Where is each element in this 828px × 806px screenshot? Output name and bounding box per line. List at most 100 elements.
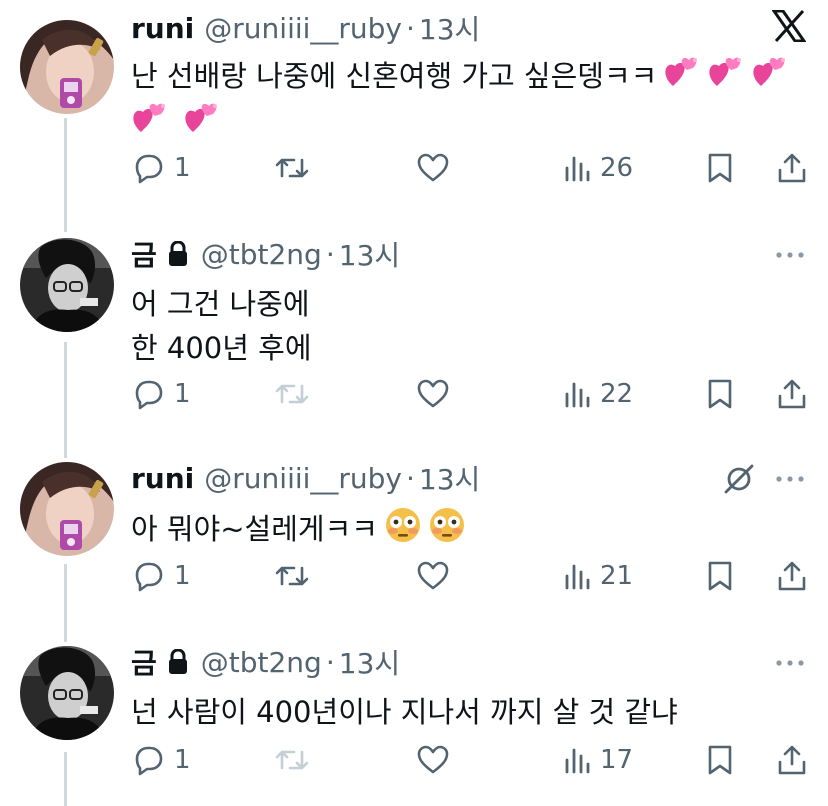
- display-name[interactable]: 금: [131, 642, 157, 682]
- view-count: 21: [600, 561, 634, 591]
- tweet-text-line: 어 그건 나중에: [131, 287, 310, 321]
- action-bar: 1 26: [0, 148, 828, 188]
- share-icon: [778, 745, 806, 775]
- tweet-text: 넌 사람이 400년이나 지나서 까지 살 것 같냐: [131, 690, 811, 734]
- bookmark-icon: [708, 561, 732, 591]
- separator-dot: ·: [325, 645, 335, 679]
- tweet-header: runi @runiiii__ruby · 13시: [131, 458, 480, 498]
- reply-count: 1: [174, 745, 191, 775]
- more-icon[interactable]: [774, 240, 806, 270]
- share-button[interactable]: [776, 374, 808, 414]
- avatar[interactable]: [20, 238, 114, 332]
- timestamp[interactable]: 13시: [339, 642, 400, 682]
- tweet-header: runi @runiiii__ruby · 13시: [131, 8, 480, 48]
- bookmark-button[interactable]: [706, 740, 734, 780]
- view-count: 22: [600, 379, 634, 409]
- heart-icon: [417, 379, 449, 408]
- share-icon: [778, 379, 806, 409]
- share-button[interactable]: [776, 740, 808, 780]
- timestamp[interactable]: 13시: [339, 234, 400, 274]
- separator-dot: ·: [325, 237, 335, 271]
- like-button[interactable]: [416, 374, 450, 414]
- views-icon: [565, 156, 590, 182]
- user-handle[interactable]: @runiiii__ruby: [204, 12, 402, 45]
- views-button[interactable]: 21: [564, 556, 633, 596]
- tweet[interactable]: 금 @tbt2ng · 13시 넌 사람이 400년이나 지나서 까지 살 것 …: [0, 642, 828, 806]
- avatar[interactable]: [20, 462, 114, 556]
- heart-icon: [417, 745, 449, 774]
- like-button[interactable]: [416, 148, 450, 188]
- tweet-text-line: 아 뭐야~설레게ㅋㅋ: [131, 506, 811, 556]
- views-button[interactable]: 22: [564, 374, 633, 414]
- avatar[interactable]: [20, 646, 114, 740]
- like-button[interactable]: [416, 556, 450, 596]
- tweet-text: 난 선배랑 나중에 신혼여행 가고 싶은뎅ㅋㅋ: [131, 54, 811, 146]
- user-handle[interactable]: @tbt2ng: [201, 238, 322, 271]
- views-button[interactable]: 26: [564, 148, 633, 188]
- views-icon: [565, 382, 590, 408]
- retweet-icon: [275, 158, 309, 178]
- tweet-header: 금 @tbt2ng · 13시: [131, 234, 400, 274]
- bookmark-button[interactable]: [706, 374, 734, 414]
- display-name[interactable]: runi: [131, 462, 194, 495]
- tweet[interactable]: runi @runiiii__ruby · 13시 아 뭐야~설레게ㅋㅋ: [0, 458, 828, 638]
- flushed-face-emoji: [428, 506, 466, 556]
- reply-count: 1: [174, 153, 191, 183]
- grok-icon[interactable]: [722, 462, 756, 496]
- display-name[interactable]: runi: [131, 12, 194, 45]
- views-button[interactable]: 17: [564, 740, 633, 780]
- separator-dot: ·: [406, 461, 415, 495]
- lock-icon: [167, 649, 189, 675]
- share-button[interactable]: [776, 556, 808, 596]
- views-icon: [565, 564, 590, 590]
- heart-icon: [417, 561, 449, 590]
- retweet-button[interactable]: [274, 556, 310, 596]
- more-icon[interactable]: [774, 464, 806, 494]
- flushed-face-emoji: [384, 506, 422, 556]
- user-handle[interactable]: @runiiii__ruby: [204, 462, 402, 495]
- reply-button[interactable]: 1: [132, 556, 191, 596]
- like-button[interactable]: [416, 740, 450, 780]
- retweet-button[interactable]: [274, 148, 310, 188]
- bookmark-button[interactable]: [706, 556, 734, 596]
- retweet-icon: [275, 384, 309, 404]
- tweet-text-line: [131, 100, 811, 146]
- user-handle[interactable]: @tbt2ng: [201, 646, 322, 679]
- two-hearts-emoji: [183, 102, 221, 146]
- reply-button[interactable]: 1: [132, 374, 191, 414]
- tweet-text-line: 한 400년 후에: [131, 331, 312, 365]
- bookmark-icon: [708, 153, 732, 183]
- share-button[interactable]: [776, 148, 808, 188]
- lock-icon: [167, 241, 189, 267]
- two-hearts-emoji: [751, 56, 789, 100]
- retweet-button: [274, 374, 310, 414]
- reply-count: 1: [174, 379, 191, 409]
- action-bar: 1 22: [0, 374, 828, 414]
- two-hearts-emoji: [663, 56, 701, 100]
- two-hearts-emoji: [707, 56, 745, 100]
- timestamp[interactable]: 13시: [419, 8, 480, 48]
- bookmark-icon: [708, 745, 732, 775]
- action-bar: 1 17: [0, 740, 828, 780]
- reply-icon: [135, 154, 163, 184]
- tweet-header: 금 @tbt2ng · 13시: [131, 642, 400, 682]
- tweet-text: 아 뭐야~설레게ㅋㅋ: [131, 506, 811, 556]
- bookmark-icon: [708, 379, 732, 409]
- display-name[interactable]: 금: [131, 234, 157, 274]
- timestamp[interactable]: 13시: [419, 458, 480, 498]
- x-logo-icon: [772, 10, 806, 42]
- avatar[interactable]: [20, 20, 114, 114]
- view-count: 26: [600, 153, 634, 183]
- reply-button[interactable]: 1: [132, 148, 191, 188]
- reply-icon: [135, 380, 163, 410]
- more-icon[interactable]: [774, 648, 806, 678]
- reply-icon: [135, 562, 163, 592]
- bookmark-button[interactable]: [706, 148, 734, 188]
- reply-button[interactable]: 1: [132, 740, 191, 780]
- view-count: 17: [600, 745, 634, 775]
- share-icon: [778, 561, 806, 591]
- reply-count: 1: [174, 561, 191, 591]
- separator-dot: ·: [406, 11, 415, 45]
- views-icon: [565, 748, 590, 774]
- heart-icon: [417, 153, 449, 182]
